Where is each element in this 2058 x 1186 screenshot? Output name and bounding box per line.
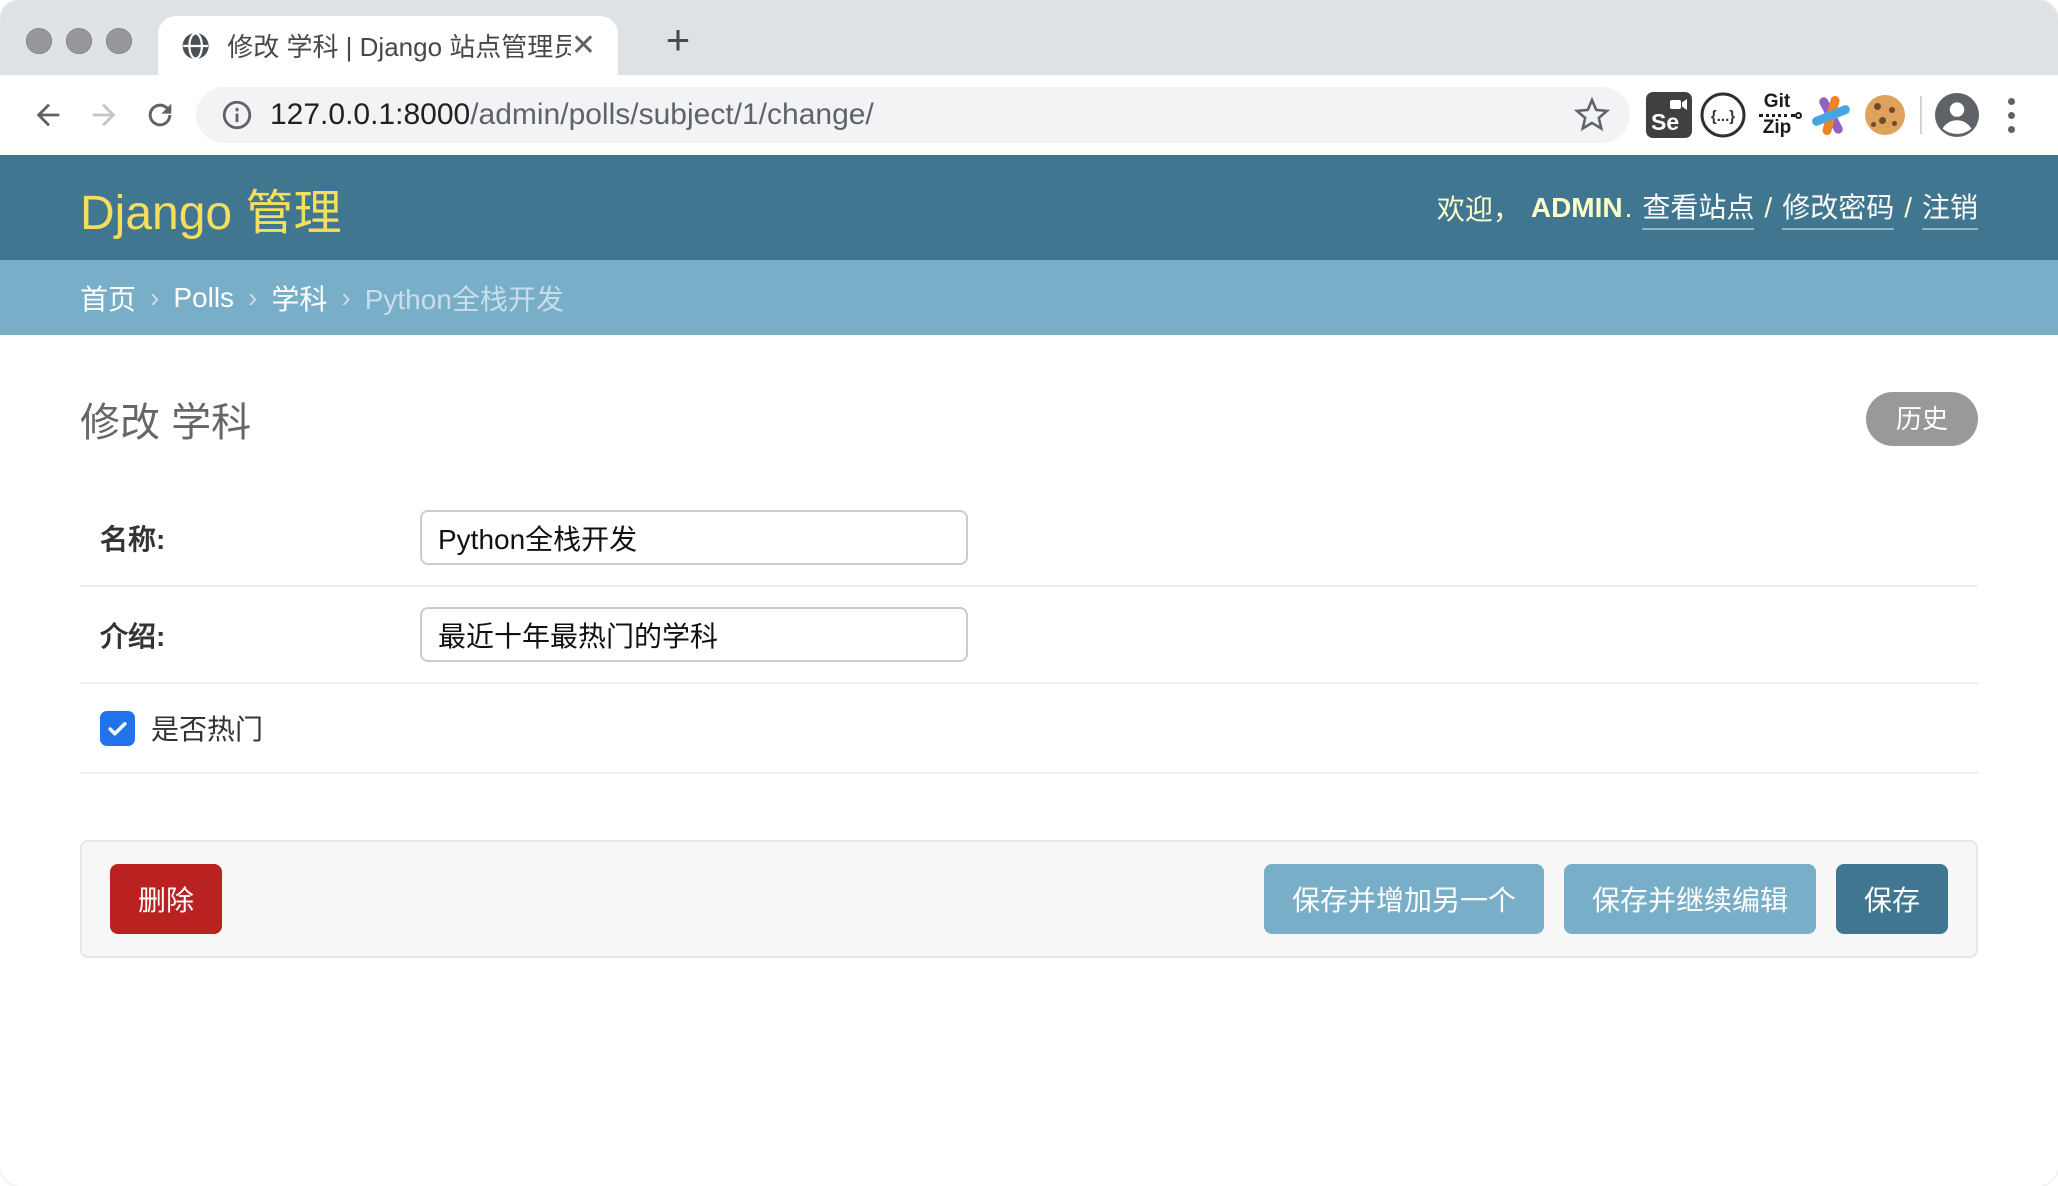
forward-button[interactable] xyxy=(76,87,132,143)
browser-tab[interactable]: 修改 学科 | Django 站点管理员 ✕ xyxy=(158,16,618,75)
url-text: 127.0.0.1:8000/admin/polls/subject/1/cha… xyxy=(270,98,874,132)
window-close-button[interactable] xyxy=(26,28,52,54)
bookmark-star-icon[interactable] xyxy=(1574,97,1610,133)
username: ADMIN xyxy=(1531,192,1623,224)
gitzip-extension-icon[interactable]: Git Zip xyxy=(1750,87,1804,143)
reload-button[interactable] xyxy=(132,87,188,143)
save-button[interactable]: 保存 xyxy=(1836,864,1948,934)
window-zoom-button[interactable] xyxy=(106,28,132,54)
back-button[interactable] xyxy=(20,87,76,143)
form-row-name: 名称: xyxy=(80,490,1978,587)
tab-close-icon[interactable]: ✕ xyxy=(571,31,596,61)
tab-title: 修改 学科 | Django 站点管理员 xyxy=(227,27,571,64)
view-site-link[interactable]: 查看站点 xyxy=(1642,186,1754,230)
address-bar[interactable]: 127.0.0.1:8000/admin/polls/subject/1/cha… xyxy=(196,87,1630,143)
intro-field-label: 介绍: xyxy=(100,615,420,655)
breadcrumb: 首页 › Polls › 学科 › Python全栈开发 xyxy=(0,260,2058,335)
browser-window: 修改 学科 | Django 站点管理员 ✕ + 127.0.0.1:8000/… xyxy=(0,0,2058,1186)
page-title: 修改 学科 xyxy=(80,390,251,448)
svg-text:{...}: {...} xyxy=(1711,108,1735,125)
breadcrumb-model-link[interactable]: 学科 xyxy=(271,278,327,318)
toolbar-separator xyxy=(1920,96,1922,134)
form-row-intro: 介绍: xyxy=(80,587,1978,684)
window-controls xyxy=(26,28,132,54)
user-tools: 欢迎， ADMIN. 查看站点 / 修改密码 / 注销 xyxy=(1437,186,1978,230)
main-content: 修改 学科 历史 名称: 介绍: 是否热门 删除 保存并增加另一个 xyxy=(0,335,2058,958)
delete-button[interactable]: 删除 xyxy=(110,864,222,934)
tab-strip: 修改 学科 | Django 站点管理员 ✕ + xyxy=(0,0,2058,75)
intro-field[interactable] xyxy=(420,607,968,662)
change-password-link[interactable]: 修改密码 xyxy=(1782,186,1894,230)
browser-toolbar: 127.0.0.1:8000/admin/polls/subject/1/cha… xyxy=(0,75,2058,155)
admin-header: Django 管理 欢迎， ADMIN. 查看站点 / 修改密码 / 注销 xyxy=(0,155,2058,260)
save-and-continue-button[interactable]: 保存并继续编辑 xyxy=(1564,864,1816,934)
profile-avatar[interactable] xyxy=(1930,87,1984,143)
selenium-extension-icon[interactable]: Se xyxy=(1642,87,1696,143)
welcome-text: 欢迎， xyxy=(1437,188,1521,228)
forward-arrow-icon xyxy=(87,98,121,132)
svg-text:Se: Se xyxy=(1651,109,1679,135)
globe-favicon-icon xyxy=(180,30,211,62)
avatar-icon xyxy=(1933,91,1981,139)
browser-menu-button[interactable] xyxy=(1984,87,2038,143)
url-host: 127.0.0.1:8000 xyxy=(270,98,470,131)
breadcrumb-home-link[interactable]: 首页 xyxy=(80,278,136,318)
three-dots-icon xyxy=(2008,98,2015,133)
asterisk-extension-icon[interactable] xyxy=(1804,87,1858,143)
gitzip-squiggle xyxy=(1759,114,1795,117)
submit-row: 删除 保存并增加另一个 保存并继续编辑 保存 xyxy=(80,840,1978,958)
checkmark-icon xyxy=(105,716,130,741)
new-tab-button[interactable]: + xyxy=(652,14,704,66)
reload-icon xyxy=(143,98,177,132)
site-info-icon[interactable] xyxy=(220,98,254,132)
name-field-label: 名称: xyxy=(100,518,420,558)
cookie-extension-icon[interactable] xyxy=(1858,87,1912,143)
site-name[interactable]: Django 管理 xyxy=(80,173,341,243)
is-hot-checkbox[interactable] xyxy=(100,711,135,746)
logout-link[interactable]: 注销 xyxy=(1922,186,1978,230)
is-hot-label: 是否热门 xyxy=(151,708,263,748)
back-arrow-icon xyxy=(31,98,65,132)
window-minimize-button[interactable] xyxy=(66,28,92,54)
save-and-add-button[interactable]: 保存并增加另一个 xyxy=(1264,864,1544,934)
breadcrumb-current: Python全栈开发 xyxy=(365,278,564,318)
json-viewer-extension-icon[interactable]: {...} xyxy=(1696,87,1750,143)
url-path: /admin/polls/subject/1/change/ xyxy=(470,98,874,131)
history-button[interactable]: 历史 xyxy=(1866,392,1978,446)
name-field[interactable] xyxy=(420,510,968,565)
form-row-is-hot: 是否热门 xyxy=(80,684,1978,774)
change-form: 名称: 介绍: 是否热门 xyxy=(80,490,1978,774)
breadcrumb-app-link[interactable]: Polls xyxy=(173,282,234,314)
